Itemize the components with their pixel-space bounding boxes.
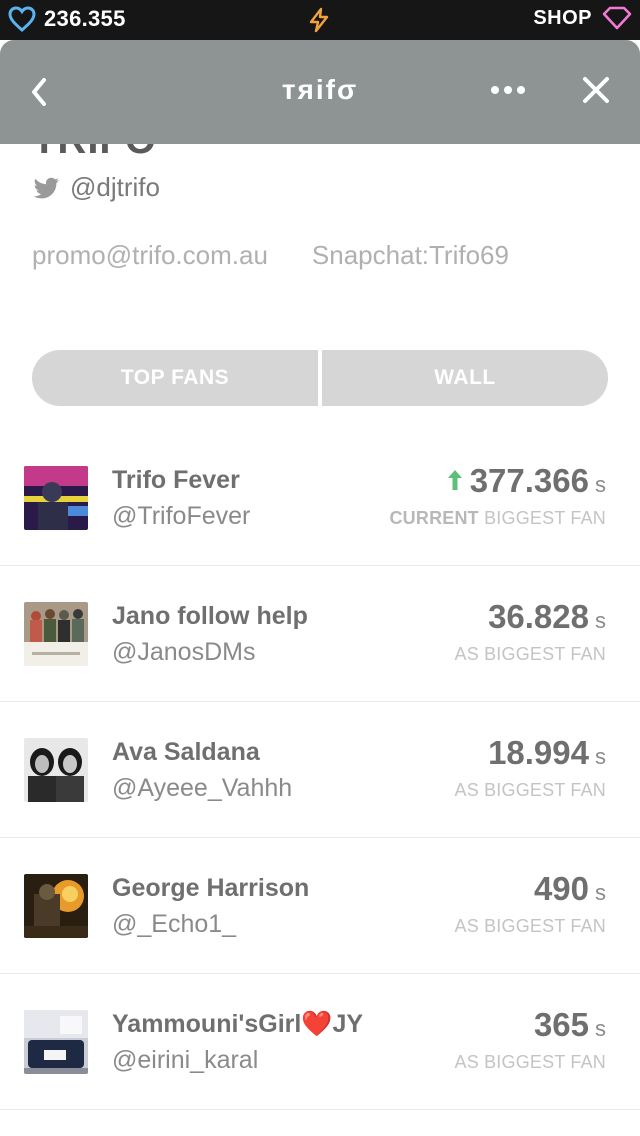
heart-icon: [8, 6, 36, 32]
snapchat-text: Snapchat:Trifo69: [311, 240, 509, 270]
fan-handle: @eirini_karal: [112, 1046, 259, 1074]
shop-label: SHOP: [533, 6, 592, 29]
twitter-handle: @djtrifo: [70, 172, 160, 202]
score-unit: s: [595, 880, 606, 905]
trend-up-icon: [447, 470, 462, 490]
score-value: 377.366: [469, 462, 589, 499]
fan-name: Jano follow help: [112, 602, 308, 630]
gem-icon: [602, 6, 632, 30]
fan-name: Ava Saldana: [112, 738, 260, 766]
fan-row[interactable]: Ava Saldana @Ayeee_Vahhh 18.994 s AS BIGG…: [0, 702, 640, 838]
fan-score: 377.366 s: [446, 462, 606, 500]
avatar: [24, 874, 88, 938]
score-value: 36.828: [488, 598, 589, 635]
fan-status: AS BIGGEST FAN: [454, 916, 606, 936]
fan-score: 18.994 s: [488, 734, 606, 772]
avatar: [24, 602, 88, 666]
twitter-link[interactable]: @djtrifo: [32, 172, 160, 203]
fan-status: AS BIGGEST FAN: [454, 644, 606, 664]
score-unit: s: [595, 1016, 606, 1041]
fan-status-strong: CURRENT: [389, 508, 479, 528]
fan-status: AS BIGGEST FAN: [454, 1052, 606, 1072]
contact-info: promo@trifo.com.au Snapchat:Trifo69: [32, 240, 509, 271]
more-dots-icon: [491, 86, 525, 94]
score-value: 490: [533, 870, 589, 907]
top-fans-list: Trifo Fever @TrifoFever 377.366 s CURRENT…: [0, 430, 640, 1110]
score-value: 365: [533, 1006, 589, 1043]
score-unit: s: [595, 744, 606, 769]
status-bar: 236.355 SHOP: [0, 0, 640, 40]
fan-name: Yammouni'sGirl❤️JY: [112, 1010, 364, 1038]
fan-score: 36.828 s: [488, 598, 606, 636]
score-unit: s: [595, 472, 606, 497]
tab-top-fans[interactable]: TOP FANS: [32, 350, 318, 406]
avatar: [24, 466, 88, 530]
fan-score: 490 s: [534, 870, 606, 908]
fan-handle: @JanosDMs: [112, 638, 256, 666]
avatar: [24, 738, 88, 802]
fan-row[interactable]: George Harrison @_Echo1_ 490 s AS BIGGEST…: [0, 838, 640, 974]
hearts-count: 236.355: [44, 6, 126, 31]
shop-button[interactable]: SHOP: [533, 6, 632, 30]
bolt-icon[interactable]: [306, 7, 332, 38]
tab-wall[interactable]: WALL: [322, 350, 608, 406]
hearts-counter[interactable]: 236.355: [8, 6, 126, 32]
avatar: [24, 1010, 88, 1074]
fan-name: George Harrison: [112, 874, 310, 902]
fan-status: AS BIGGEST FAN: [454, 780, 606, 800]
fan-score: 365 s: [534, 1006, 606, 1044]
close-button[interactable]: [580, 74, 612, 106]
fans-wall-toggle: TOP FANS WALL: [32, 350, 608, 406]
fan-status-text: BIGGEST FAN: [484, 508, 606, 528]
fan-row[interactable]: Jano follow help @JanosDMs 36.828 s AS BI…: [0, 566, 640, 702]
header-title: тяifσ: [281, 74, 359, 105]
fan-row[interactable]: Yammouni'sGirl❤️JY @eirini_karal 365 s AS…: [0, 974, 640, 1110]
fan-handle: @TrifoFever: [112, 502, 251, 530]
close-icon: [583, 77, 609, 103]
email-link[interactable]: promo@trifo.com.au: [32, 240, 268, 271]
score-unit: s: [595, 608, 606, 633]
fan-handle: @_Echo1_: [112, 910, 237, 938]
fan-name: Trifo Fever: [112, 466, 240, 494]
profile-header: тяifσ: [0, 40, 640, 144]
more-options-button[interactable]: [488, 80, 528, 100]
fan-handle: @Ayeee_Vahhh: [112, 774, 293, 802]
fan-row[interactable]: Trifo Fever @TrifoFever 377.366 s CURRENT…: [0, 430, 640, 566]
twitter-bird-icon: [33, 177, 59, 198]
fan-status: CURRENT BIGGEST FAN: [389, 508, 606, 529]
score-value: 18.994: [488, 734, 589, 771]
